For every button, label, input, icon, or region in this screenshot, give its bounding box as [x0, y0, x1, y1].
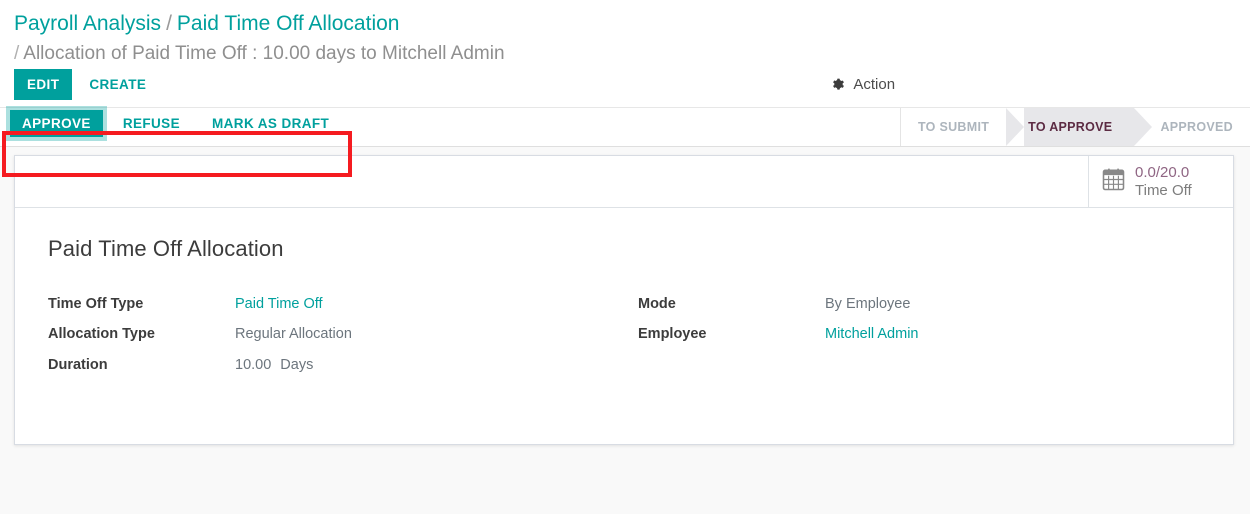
- breadcrumb-item-payroll-analysis[interactable]: Payroll Analysis: [14, 12, 161, 35]
- action-menu-button[interactable]: Action: [832, 76, 895, 95]
- field-label-allocation-type: Allocation Type: [48, 326, 155, 342]
- edit-button[interactable]: EDIT: [14, 69, 73, 100]
- refuse-button[interactable]: REFUSE: [111, 110, 192, 137]
- smart-button-label: Time Off: [1135, 181, 1192, 199]
- breadcrumb-item-paid-time-off-allocation[interactable]: Paid Time Off Allocation: [177, 12, 400, 35]
- control-panel: Payroll Analysis / Paid Time Off Allocatio…: [0, 0, 1250, 147]
- status-stage-to-submit[interactable]: TO SUBMIT: [901, 108, 1006, 146]
- statusbar-row: APPROVE REFUSE MARK AS DRAFT TO SUBMIT TO …: [0, 107, 1250, 147]
- action-menu-label: Action: [853, 76, 896, 93]
- breadcrumb-separator: /: [166, 12, 172, 35]
- field-duration: Duration 10.00 Days: [48, 356, 638, 378]
- breadcrumb-record-title: Allocation of Paid Time Off : 10.00 days…: [23, 43, 505, 64]
- time-off-smart-button[interactable]: 0.0/20.0 Time Off: [1088, 156, 1233, 207]
- field-label-employee: Employee: [638, 326, 707, 342]
- field-value-time-off-type[interactable]: Paid Time Off: [235, 296, 323, 312]
- field-time-off-type: Time Off Type Paid Time Off: [48, 296, 638, 318]
- form-body: Paid Time Off Allocation Time Off Type P…: [15, 208, 1233, 386]
- breadcrumb: Payroll Analysis / Paid Time Off Allocatio…: [0, 0, 1250, 67]
- field-value-mode: By Employee: [825, 296, 911, 312]
- field-label-mode: Mode: [638, 296, 676, 312]
- mark-as-draft-button[interactable]: MARK AS DRAFT: [200, 110, 341, 137]
- breadcrumb-record-separator: /: [14, 43, 20, 64]
- field-unit-duration: Days: [280, 357, 314, 373]
- workflow-button-group: APPROVE REFUSE MARK AS DRAFT: [10, 110, 341, 137]
- form-column-left: Time Off Type Paid Time Off Allocation T…: [48, 296, 638, 386]
- field-mode: Mode By Employee: [638, 296, 1228, 318]
- field-label-time-off-type: Time Off Type: [48, 296, 144, 312]
- breadcrumb-line-record: / Allocation of Paid Time Off : 10.00 day…: [14, 38, 1250, 67]
- field-value-employee[interactable]: Mitchell Admin: [825, 326, 918, 342]
- gear-icon: [832, 78, 845, 95]
- field-allocation-type: Allocation Type Regular Allocation: [48, 326, 638, 348]
- sheet-area: 0.0/20.0 Time Off Paid Time Off Allocati…: [0, 147, 1250, 477]
- field-value-duration: 10.00: [235, 357, 272, 373]
- odoo-form-view: Payroll Analysis / Paid Time Off Allocatio…: [0, 0, 1250, 514]
- field-label-duration: Duration: [48, 357, 108, 373]
- field-employee: Employee Mitchell Admin: [638, 326, 1228, 348]
- smart-button-box: 0.0/20.0 Time Off: [15, 156, 1233, 208]
- form-grid: Time Off Type Paid Time Off Allocation T…: [48, 296, 1233, 386]
- field-value-allocation-type: Regular Allocation: [235, 326, 352, 342]
- status-pipeline: TO SUBMIT TO APPROVE APPROVED: [899, 108, 1250, 146]
- status-stage-to-approve[interactable]: TO APPROVE: [1006, 108, 1153, 146]
- form-column-right: Mode By Employee Employee Mitchell Admin: [638, 296, 1228, 386]
- control-panel-actions: EDIT CREATE Action: [0, 67, 1250, 107]
- smart-button-value: 0.0/20.0: [1135, 164, 1190, 182]
- page-title: Paid Time Off Allocation: [48, 236, 284, 261]
- breadcrumb-line-primary: Payroll Analysis / Paid Time Off Allocatio…: [14, 10, 1250, 38]
- form-sheet: 0.0/20.0 Time Off Paid Time Off Allocati…: [14, 155, 1234, 445]
- create-button[interactable]: CREATE: [76, 69, 159, 100]
- approve-button[interactable]: APPROVE: [10, 110, 103, 137]
- calendar-icon: [1101, 167, 1126, 197]
